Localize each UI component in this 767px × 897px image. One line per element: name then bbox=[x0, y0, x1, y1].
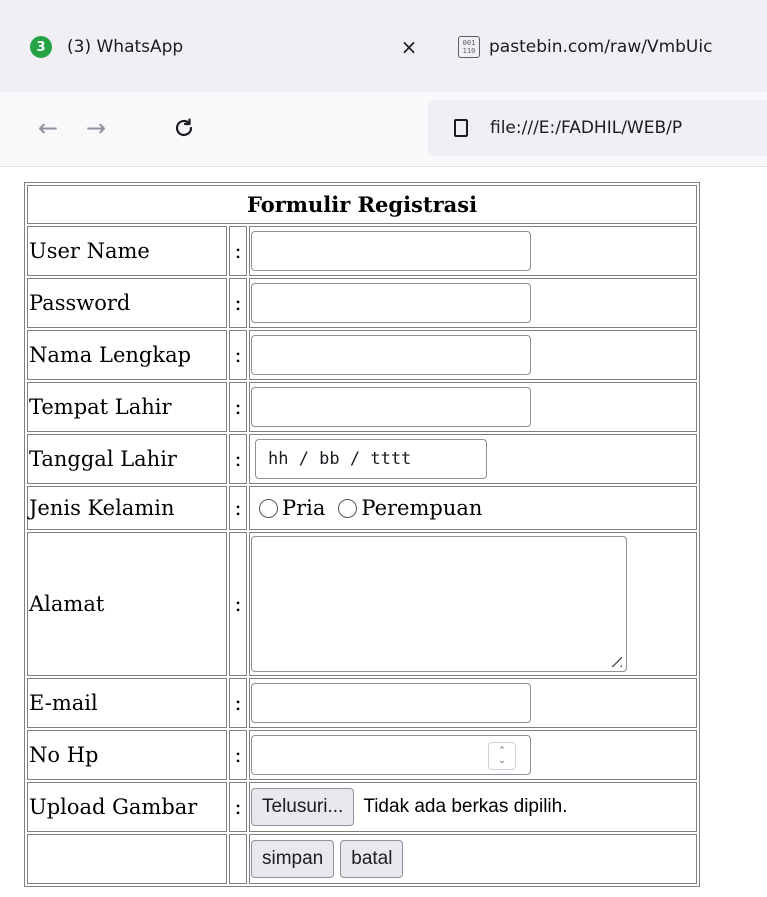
action-buttons: simpan batal bbox=[251, 836, 695, 882]
forward-arrow-icon[interactable]: → bbox=[76, 108, 116, 148]
registration-form-table: Formulir Registrasi User Name : Password… bbox=[24, 182, 700, 887]
colon: : bbox=[229, 382, 247, 432]
fullname-input[interactable] bbox=[251, 335, 531, 375]
page-icon bbox=[454, 119, 468, 137]
birthplace-input[interactable] bbox=[251, 387, 531, 427]
birthplace-label: Tempat Lahir bbox=[27, 382, 227, 432]
row-phone: No Hp : ⌃ ⌄ bbox=[27, 730, 697, 780]
row-birthdate: Tanggal Lahir : hh / bb / tttt bbox=[27, 434, 697, 484]
radio-perempuan-label[interactable]: Perempuan bbox=[361, 496, 482, 520]
tab-title: (3) WhatsApp bbox=[67, 37, 184, 57]
colon: : bbox=[229, 330, 247, 380]
colon: : bbox=[229, 486, 247, 530]
browser-nav-bar: ← → file:///E:/FADHIL/WEB/P bbox=[0, 92, 767, 167]
row-fullname: Nama Lengkap : bbox=[27, 330, 697, 380]
fullname-label: Nama Lengkap bbox=[27, 330, 227, 380]
back-arrow-icon[interactable]: ← bbox=[28, 108, 68, 148]
tab-whatsapp[interactable]: 3 (3) WhatsApp × bbox=[30, 20, 425, 74]
birthdate-label: Tanggal Lahir bbox=[27, 434, 227, 484]
colon: : bbox=[229, 730, 247, 780]
password-label: Password bbox=[27, 278, 227, 328]
whatsapp-badge-icon: 3 bbox=[30, 36, 52, 58]
pastebin-icon: 001 110 bbox=[458, 36, 480, 58]
reload-icon-svg bbox=[175, 118, 193, 137]
tab-title: pastebin.com/raw/VmbUic bbox=[489, 37, 713, 57]
row-upload: Upload Gambar : Telusuri... Tidak ada be… bbox=[27, 782, 697, 832]
row-actions: simpan batal bbox=[27, 834, 697, 884]
resize-grip-icon[interactable] bbox=[606, 651, 622, 667]
url-bar[interactable]: file:///E:/FADHIL/WEB/P bbox=[428, 100, 767, 156]
radio-perempuan[interactable] bbox=[338, 498, 358, 518]
username-label: User Name bbox=[27, 226, 227, 276]
save-button[interactable]: simpan bbox=[251, 840, 335, 878]
radio-pria[interactable] bbox=[259, 498, 278, 518]
row-address: Alamat : bbox=[27, 532, 697, 676]
spinner-down-icon[interactable]: ⌄ bbox=[498, 756, 506, 766]
row-birthplace: Tempat Lahir : bbox=[27, 382, 697, 432]
empty-cell bbox=[27, 834, 227, 884]
address-textarea[interactable] bbox=[251, 536, 627, 672]
reload-icon[interactable] bbox=[164, 108, 204, 148]
row-username: User Name : bbox=[27, 226, 697, 276]
colon: : bbox=[229, 678, 247, 728]
colon: : bbox=[229, 434, 247, 484]
colon: : bbox=[229, 226, 247, 276]
row-password: Password : bbox=[27, 278, 697, 328]
cancel-button[interactable]: batal bbox=[340, 840, 404, 878]
url-text[interactable]: file:///E:/FADHIL/WEB/P bbox=[490, 118, 682, 138]
phone-number-input[interactable]: ⌃ ⌄ bbox=[251, 735, 531, 775]
colon: : bbox=[229, 532, 247, 676]
empty-colon-cell bbox=[229, 834, 247, 884]
spinner-icon[interactable]: ⌃ ⌄ bbox=[488, 742, 516, 770]
page-content: Formulir Registrasi User Name : Password… bbox=[0, 167, 767, 897]
close-tab-icon[interactable]: × bbox=[397, 35, 421, 59]
browser-tab-bar: 3 (3) WhatsApp × 001 110 pastebin.com/ra… bbox=[0, 0, 767, 92]
address-label: Alamat bbox=[27, 532, 227, 676]
file-upload: Telusuri... Tidak ada berkas dipilih. bbox=[251, 784, 695, 830]
birthdate-input[interactable]: hh / bb / tttt bbox=[255, 439, 487, 479]
colon: : bbox=[229, 782, 247, 832]
file-status-text: Tidak ada berkas dipilih. bbox=[363, 796, 568, 817]
form-title: Formulir Registrasi bbox=[27, 185, 697, 224]
email-label: E-mail bbox=[27, 678, 227, 728]
radio-pria-label[interactable]: Pria bbox=[282, 496, 325, 520]
spinner-up-icon[interactable]: ⌃ bbox=[498, 746, 506, 756]
gender-options: Pria Perempuan bbox=[251, 488, 695, 528]
username-input[interactable] bbox=[251, 231, 531, 271]
password-input[interactable] bbox=[251, 283, 531, 323]
gender-label: Jenis Kelamin bbox=[27, 486, 227, 530]
phone-label: No Hp bbox=[27, 730, 227, 780]
row-email: E-mail : bbox=[27, 678, 697, 728]
upload-label: Upload Gambar bbox=[27, 782, 227, 832]
tab-pastebin[interactable]: 001 110 pastebin.com/raw/VmbUic bbox=[458, 20, 767, 74]
colon: : bbox=[229, 278, 247, 328]
browse-file-button[interactable]: Telusuri... bbox=[251, 788, 355, 826]
row-gender: Jenis Kelamin : Pria Perempuan bbox=[27, 486, 697, 530]
email-input[interactable] bbox=[251, 683, 531, 723]
